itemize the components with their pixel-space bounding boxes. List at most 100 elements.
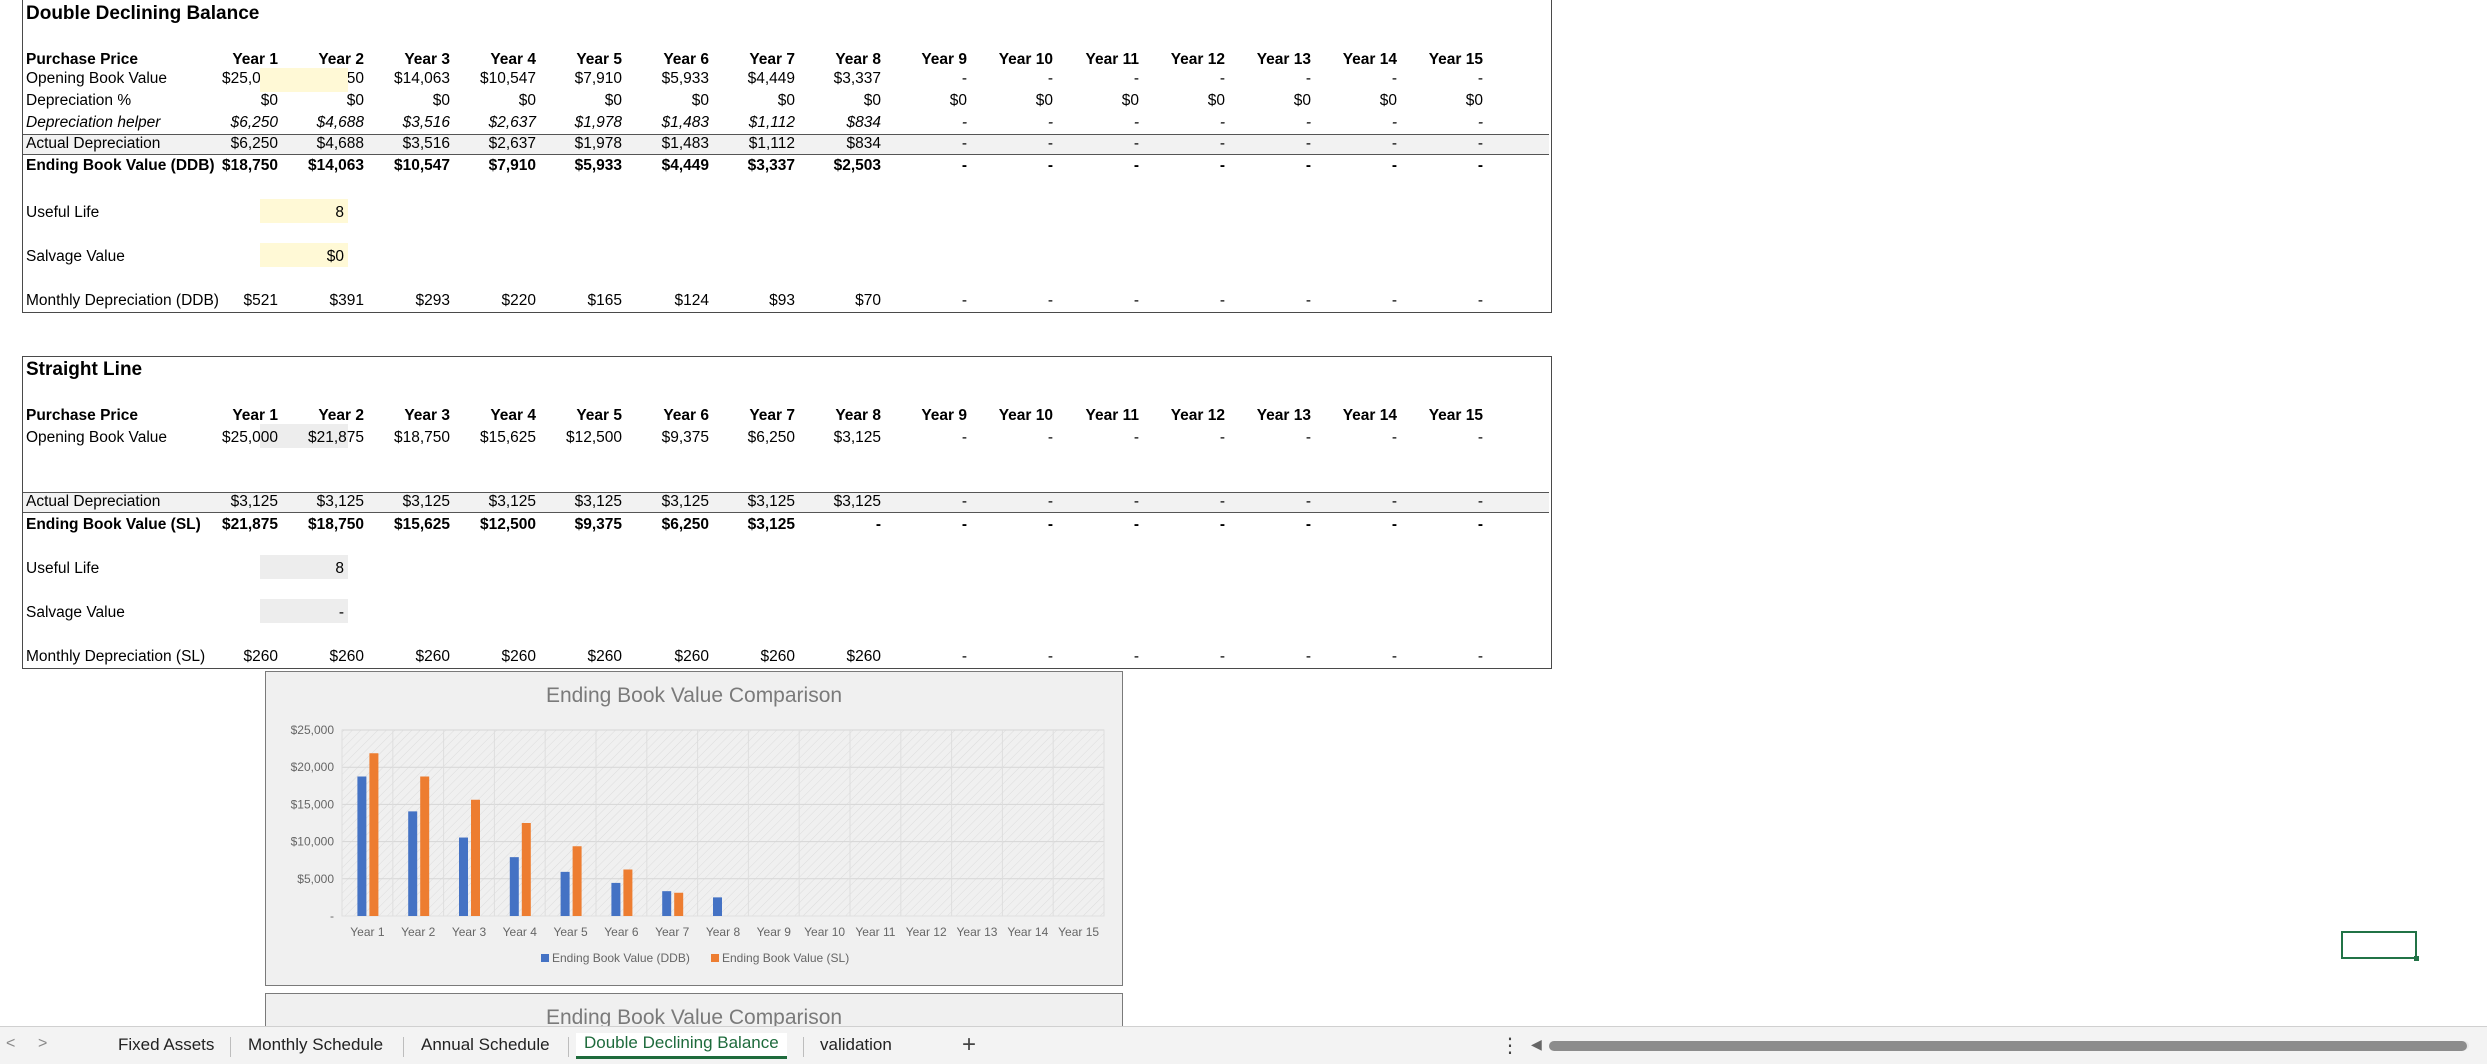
- sl-opening-cell[interactable]: $12,500: [538, 429, 622, 447]
- sl-ending-cell[interactable]: $18,750: [280, 516, 364, 534]
- tab-fixed-assets[interactable]: Fixed Assets: [118, 1035, 214, 1055]
- sl-actual-cell[interactable]: $3,125: [711, 493, 795, 511]
- ddb-monthly-cell[interactable]: -: [969, 292, 1053, 310]
- ddb-cell[interactable]: $0: [1313, 92, 1397, 110]
- ddb-cell[interactable]: $0: [1141, 92, 1225, 110]
- sl-monthly-cell[interactable]: $260: [366, 648, 450, 666]
- ddb-cell[interactable]: $5,933: [625, 70, 709, 88]
- ddb-cell[interactable]: -: [1141, 135, 1225, 153]
- ddb-cell[interactable]: -: [1313, 70, 1397, 88]
- sl-opening-cell[interactable]: $15,625: [452, 429, 536, 447]
- ddb-monthly-cell[interactable]: -: [1313, 292, 1397, 310]
- ddb-opening-input-highlight[interactable]: [260, 68, 348, 92]
- ddb-cell[interactable]: $0: [711, 92, 795, 110]
- ddb-cell[interactable]: $6,250: [194, 135, 278, 153]
- ddb-cell[interactable]: $0: [1227, 92, 1311, 110]
- ddb-cell[interactable]: $18,750: [194, 157, 278, 175]
- sl-opening-cell[interactable]: $6,250: [711, 429, 795, 447]
- ddb-monthly-cell[interactable]: $124: [625, 292, 709, 310]
- sl-actual-cell[interactable]: -: [1141, 493, 1225, 511]
- sl-opening-cell[interactable]: -: [1055, 429, 1139, 447]
- more-options-icon[interactable]: ⋮: [1500, 1033, 1520, 1058]
- sl-ending-cell[interactable]: -: [1055, 516, 1139, 534]
- sl-useful-life-value[interactable]: 8: [260, 560, 344, 578]
- ddb-cell[interactable]: $1,978: [538, 114, 622, 132]
- sl-opening-cell[interactable]: -: [969, 429, 1053, 447]
- ddb-cell[interactable]: -: [883, 70, 967, 88]
- sl-actual-cell[interactable]: -: [1399, 493, 1483, 511]
- ddb-monthly-cell[interactable]: -: [883, 292, 967, 310]
- spreadsheet-grid[interactable]: Double Declining Balance Year 1 Year 2 Yea…: [0, 0, 2487, 1034]
- ddb-cell[interactable]: $4,449: [711, 70, 795, 88]
- ddb-cell[interactable]: $14,063: [280, 157, 364, 175]
- sl-ending-cell[interactable]: $3,125: [711, 516, 795, 534]
- ddb-cell[interactable]: $1,483: [625, 114, 709, 132]
- ddb-cell[interactable]: $3,516: [366, 135, 450, 153]
- sl-opening-cell[interactable]: $9,375: [625, 429, 709, 447]
- sl-opening-cell[interactable]: -: [883, 429, 967, 447]
- sl-actual-cell[interactable]: $3,125: [452, 493, 536, 511]
- sl-monthly-cell[interactable]: $260: [797, 648, 881, 666]
- ddb-cell[interactable]: $7,910: [538, 70, 622, 88]
- sl-actual-cell[interactable]: -: [883, 493, 967, 511]
- ddb-cell[interactable]: -: [1399, 70, 1483, 88]
- ddb-cell[interactable]: $4,449: [625, 157, 709, 175]
- tab-double-declining-balance[interactable]: Double Declining Balance: [576, 1033, 787, 1059]
- add-sheet-icon[interactable]: +: [962, 1031, 976, 1059]
- ddb-monthly-cell[interactable]: -: [1227, 292, 1311, 310]
- sl-monthly-cell[interactable]: -: [883, 648, 967, 666]
- ddb-cell[interactable]: -: [1141, 70, 1225, 88]
- ddb-cell[interactable]: -: [1227, 70, 1311, 88]
- sl-monthly-cell[interactable]: -: [1055, 648, 1139, 666]
- tab-annual-schedule[interactable]: Annual Schedule: [421, 1035, 550, 1055]
- ddb-salvage-input[interactable]: $0: [260, 248, 344, 266]
- ddb-cell[interactable]: -: [1055, 135, 1139, 153]
- ddb-cell[interactable]: $834: [797, 114, 881, 132]
- ddb-cell[interactable]: -: [969, 135, 1053, 153]
- ddb-cell[interactable]: $0: [452, 92, 536, 110]
- sl-monthly-cell[interactable]: -: [1399, 648, 1483, 666]
- sl-opening-cell[interactable]: -: [1141, 429, 1225, 447]
- sl-ending-cell[interactable]: -: [1227, 516, 1311, 534]
- ending-book-value-chart[interactable]: Ending Book Value Comparison - $5,000 $10,…: [265, 671, 1123, 986]
- prev-sheet-arrow-icon[interactable]: <: [6, 1035, 15, 1053]
- ddb-cell[interactable]: $0: [883, 92, 967, 110]
- sl-opening-cell[interactable]: $21,875: [280, 429, 364, 447]
- sl-ending-cell[interactable]: -: [1313, 516, 1397, 534]
- ddb-cell[interactable]: $3,337: [711, 157, 795, 175]
- ddb-cell[interactable]: $3,337: [797, 70, 881, 88]
- sl-actual-cell[interactable]: $3,125: [280, 493, 364, 511]
- sl-ending-cell[interactable]: $9,375: [538, 516, 622, 534]
- ddb-cell[interactable]: -: [969, 157, 1053, 175]
- ddb-cell[interactable]: $1,483: [625, 135, 709, 153]
- sl-ending-cell[interactable]: $15,625: [366, 516, 450, 534]
- next-sheet-arrow-icon[interactable]: >: [38, 1035, 47, 1053]
- ddb-cell[interactable]: -: [1055, 70, 1139, 88]
- sl-salvage-value[interactable]: -: [260, 604, 344, 622]
- ddb-monthly-cell[interactable]: $165: [538, 292, 622, 310]
- sl-actual-cell[interactable]: -: [1227, 493, 1311, 511]
- ddb-cell[interactable]: $3,516: [366, 114, 450, 132]
- ddb-cell[interactable]: $834: [797, 135, 881, 153]
- sl-ending-cell[interactable]: $12,500: [452, 516, 536, 534]
- sl-opening-cell[interactable]: -: [1313, 429, 1397, 447]
- sl-actual-cell[interactable]: -: [969, 493, 1053, 511]
- sl-actual-cell[interactable]: $3,125: [797, 493, 881, 511]
- ddb-cell[interactable]: -: [969, 114, 1053, 132]
- ddb-monthly-cell[interactable]: $521: [194, 292, 278, 310]
- ddb-cell[interactable]: -: [1055, 157, 1139, 175]
- ddb-cell[interactable]: $2,637: [452, 114, 536, 132]
- sl-monthly-cell[interactable]: $260: [280, 648, 364, 666]
- sl-opening-cell[interactable]: $18,750: [366, 429, 450, 447]
- ddb-monthly-cell[interactable]: $93: [711, 292, 795, 310]
- sl-actual-cell[interactable]: -: [1055, 493, 1139, 511]
- sl-monthly-cell[interactable]: -: [1313, 648, 1397, 666]
- ddb-cell[interactable]: $0: [538, 92, 622, 110]
- sl-monthly-cell[interactable]: $260: [625, 648, 709, 666]
- sl-actual-cell[interactable]: $3,125: [194, 493, 278, 511]
- sl-monthly-cell[interactable]: -: [1227, 648, 1311, 666]
- ddb-cell[interactable]: -: [1399, 114, 1483, 132]
- sl-opening-cell[interactable]: -: [1399, 429, 1483, 447]
- ddb-cell[interactable]: $4,688: [280, 135, 364, 153]
- ddb-cell[interactable]: -: [1313, 135, 1397, 153]
